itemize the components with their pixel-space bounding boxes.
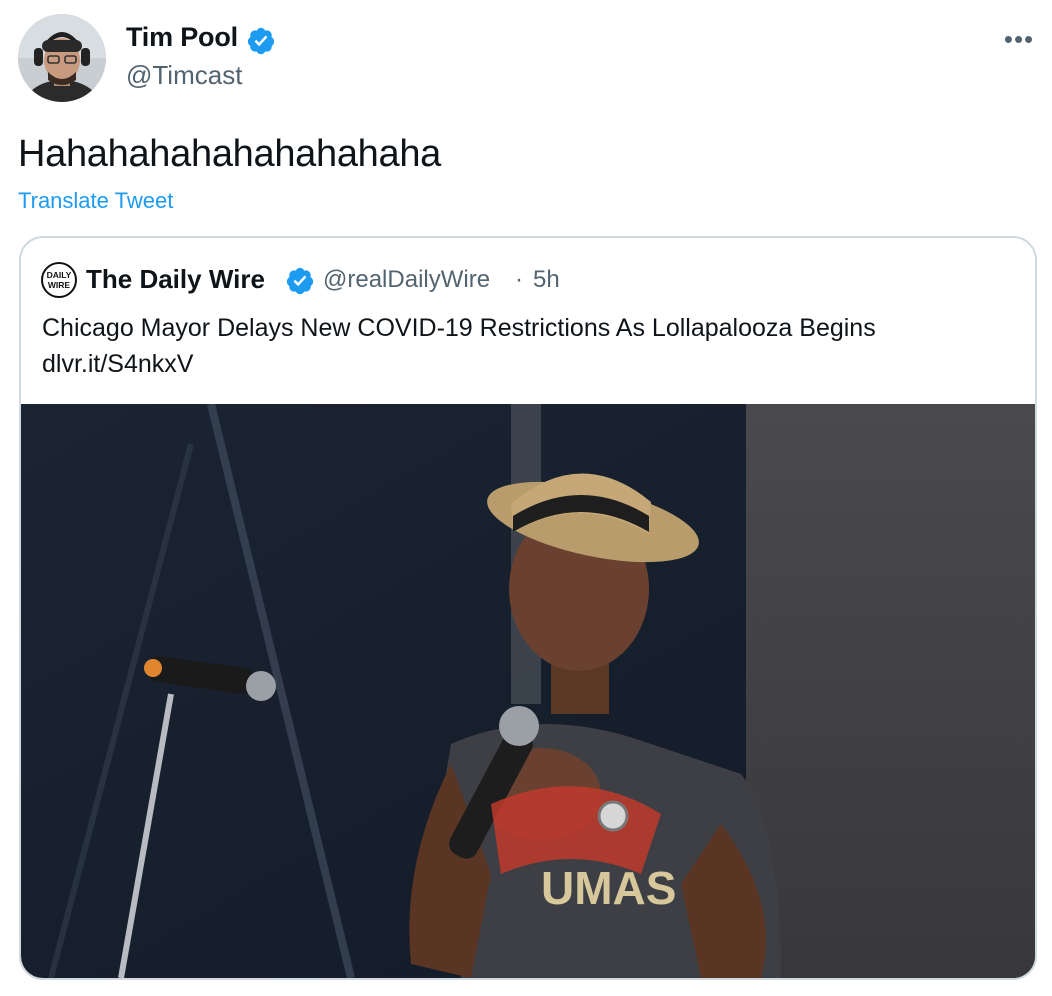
quoted-author-avatar[interactable]: DAILY WIRE (41, 262, 77, 298)
author-name[interactable]: Tim Pool (126, 22, 238, 53)
author-avatar[interactable] (18, 14, 106, 102)
more-options-button[interactable]: ••• (1002, 24, 1036, 54)
svg-text:UMAS: UMAS (541, 862, 676, 914)
author-handle[interactable]: @Timcast (126, 60, 242, 91)
quoted-tweet-link[interactable]: dlvr.it/S4nkxV (42, 346, 193, 383)
verified-badge-icon (285, 266, 315, 296)
quoted-timestamp[interactable]: 5h (533, 266, 560, 294)
verified-badge-icon (246, 26, 276, 56)
quoted-author-name[interactable]: The Daily Wire (86, 264, 265, 295)
quoted-tweet-text: Chicago Mayor Delays New COVID-19 Restri… (42, 314, 876, 342)
translate-tweet-link[interactable]: Translate Tweet (18, 188, 173, 214)
quoted-author-handle[interactable]: @realDailyWire (323, 266, 490, 294)
quoted-tweet-photo[interactable]: UMAS (21, 404, 1035, 978)
quoted-tweet-card[interactable]: DAILY WIRE The Daily Wire @realDailyWire… (19, 236, 1037, 980)
more-options-icon: ••• (1003, 23, 1035, 54)
tweet-text: Hahahahahahahahahaha (18, 133, 441, 175)
separator-dot: · (515, 266, 523, 293)
quoted-avatar-text-1: DAILY (47, 270, 72, 280)
quoted-avatar-text-2: WIRE (48, 280, 71, 290)
